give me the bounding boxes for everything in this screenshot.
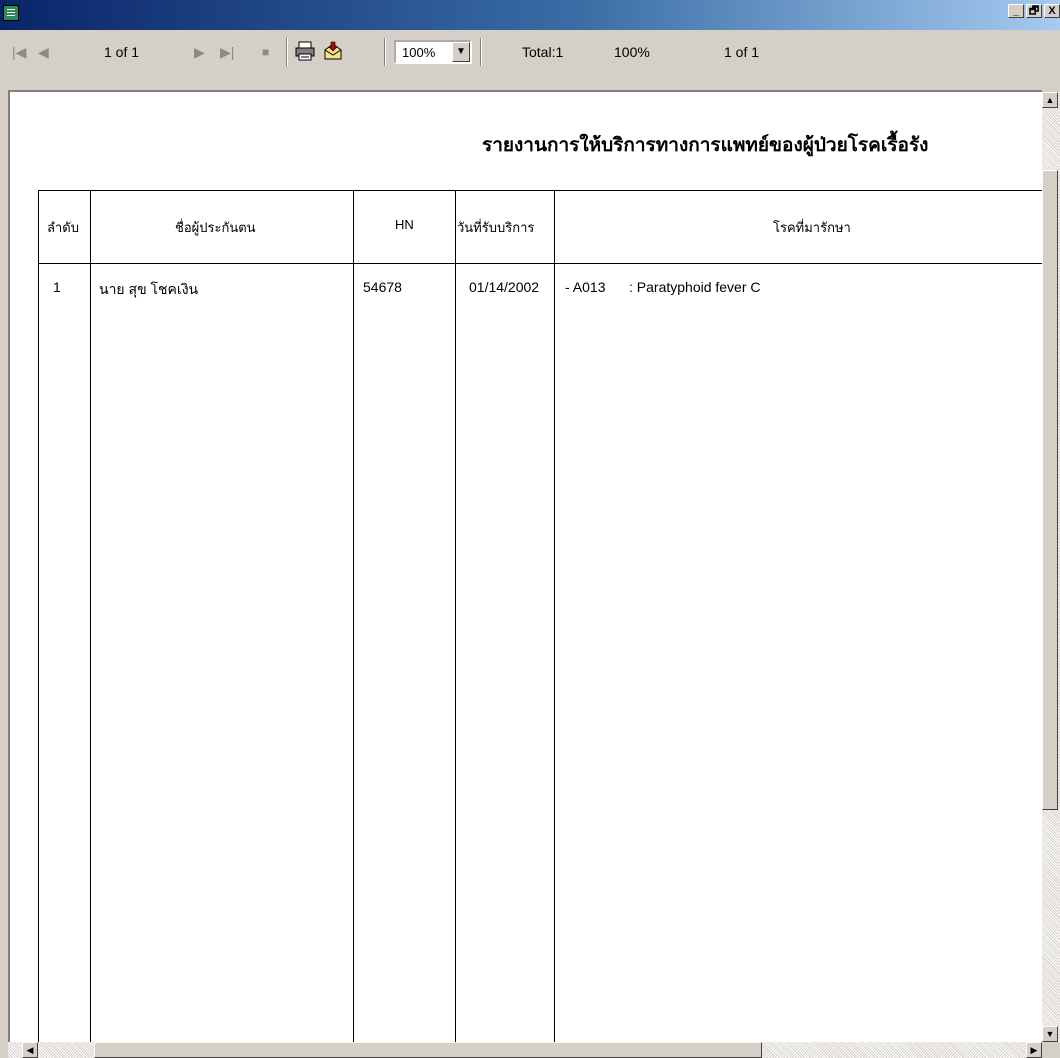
row-name: นาย สุข โชคเงิน <box>99 281 199 297</box>
scroll-up-icon[interactable]: ▲ <box>1042 92 1058 108</box>
status-page: 1 of 1 <box>724 44 760 60</box>
next-page-icon[interactable]: ▶ <box>194 44 205 61</box>
report-title: รายงานการให้บริการทางการแพทย์ของผู้ป่วยโ… <box>482 134 929 156</box>
stop-icon[interactable]: ■ <box>262 45 269 59</box>
row-no: 1 <box>53 279 61 295</box>
total-count: Total:1 <box>522 44 564 60</box>
horizontal-scrollbar[interactable]: ◀ ▶ <box>8 1042 1042 1058</box>
row-disease-code: - A013 <box>565 279 606 295</box>
title-bar: _ 🗗 X <box>0 0 1060 30</box>
window-controls: _ 🗗 X <box>1006 4 1060 18</box>
report-page: รายงานการให้บริการทางการแพทย์ของผู้ป่วยโ… <box>8 90 1042 1048</box>
close-button[interactable]: X <box>1044 4 1060 18</box>
prev-page-icon[interactable]: ◀ <box>38 44 49 61</box>
status-zoom: 100% <box>614 44 650 60</box>
scroll-right-icon[interactable]: ▶ <box>1026 1042 1042 1058</box>
toolbar-separator <box>480 38 482 66</box>
page-indicator: 1 of 1 <box>104 44 140 60</box>
chevron-down-icon[interactable]: ▼ <box>452 42 470 62</box>
print-icon[interactable] <box>294 40 316 62</box>
header-divider <box>39 263 1042 264</box>
row-date: 01/14/2002 <box>469 279 540 295</box>
zoom-value: 100% <box>402 45 436 60</box>
export-icon[interactable] <box>322 40 344 62</box>
minimize-button[interactable]: _ <box>1008 4 1024 18</box>
toolbar-separator <box>286 38 288 66</box>
vertical-scrollbar[interactable]: ▲ ▼ <box>1042 92 1060 1048</box>
report-icon[interactable] <box>3 5 19 21</box>
scroll-left-icon[interactable]: ◀ <box>22 1042 38 1058</box>
maximize-button[interactable]: 🗗 <box>1026 4 1042 18</box>
column-divider <box>455 191 456 1048</box>
column-divider <box>554 191 555 1048</box>
row-hn: 54678 <box>363 279 402 295</box>
column-header-disease: โรคที่มารักษา <box>773 220 851 235</box>
row-disease-name: : Paratyphoid fever C <box>629 279 761 295</box>
column-header-name: ชื่อผู้ประกันตน <box>175 220 256 235</box>
scroll-down-icon[interactable]: ▼ <box>1042 1026 1058 1042</box>
first-page-icon[interactable]: |◀ <box>12 44 26 61</box>
column-divider <box>90 191 91 1048</box>
column-divider <box>353 191 354 1048</box>
horizontal-scroll-thumb[interactable] <box>94 1042 762 1058</box>
column-header-date: วันที่รับบริการ <box>457 220 535 235</box>
scrollbar-corner <box>1042 1042 1060 1058</box>
column-header-hn: HN <box>395 217 414 232</box>
toolbar-separator <box>384 38 386 66</box>
last-page-icon[interactable]: ▶| <box>220 44 234 61</box>
column-header-no: ลำดับ <box>47 220 79 235</box>
report-table: ลำดับ ชื่อผู้ประกันตน HN วันที่รับบริการ… <box>38 190 1042 1048</box>
zoom-select[interactable]: 100% ▼ <box>394 40 472 64</box>
vertical-scroll-thumb[interactable] <box>1042 170 1058 810</box>
